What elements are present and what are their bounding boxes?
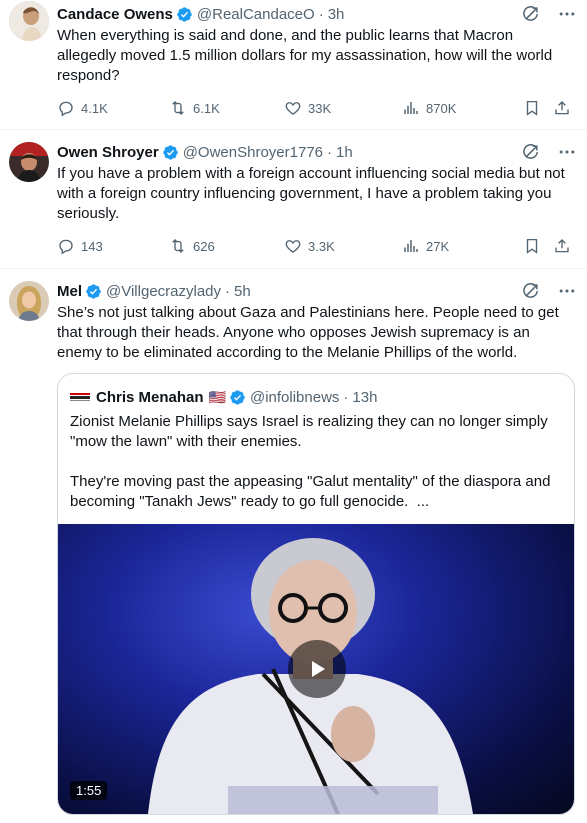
reply-count: 143	[81, 238, 103, 254]
share-icon	[553, 237, 571, 255]
tweet-text: She’s not just talking about Gaza and Pa…	[57, 304, 563, 361]
bookmark-button[interactable]	[523, 237, 553, 255]
like-icon	[284, 237, 302, 255]
author-name[interactable]: Candace Owens	[57, 6, 173, 23]
share-button[interactable]	[553, 99, 571, 117]
bookmark-button[interactable]	[523, 99, 553, 117]
quoted-author-handle[interactable]: @infolibnews	[250, 389, 339, 406]
video-duration: 1:55	[70, 781, 108, 800]
author-handle[interactable]: @RealCandaceO	[197, 6, 315, 23]
reply-button[interactable]: 4.1K	[57, 99, 169, 117]
avatar-image	[9, 142, 49, 182]
separator: ·	[343, 388, 349, 406]
views-button[interactable]: 870K	[402, 99, 523, 117]
quoted-timestamp[interactable]: 13h	[352, 389, 377, 406]
avatar[interactable]	[9, 142, 49, 182]
more-icon[interactable]	[557, 281, 577, 301]
avatar-image	[9, 1, 49, 41]
repost-icon	[169, 237, 187, 255]
avatar[interactable]	[9, 281, 49, 321]
like-count: 33K	[308, 100, 332, 116]
tweet-mel[interactable]: Mel @Villgecrazylady · 5h She’s not just…	[0, 269, 587, 815]
verified-icon	[229, 389, 246, 406]
tweet-header: Candace Owens @RealCandaceO · 3h	[57, 3, 575, 25]
view-count: 27K	[426, 238, 450, 254]
tweet-candace-owens[interactable]: Candace Owens @RealCandaceO · 3h When ev…	[0, 0, 587, 130]
quoted-tweet-text: Zionist Melanie Phillips says Israel is …	[70, 413, 551, 510]
more-icon[interactable]	[557, 4, 577, 24]
play-icon	[312, 661, 325, 677]
tweet-header: Mel @Villgecrazylady · 5h	[57, 280, 575, 302]
timestamp[interactable]: 5h	[234, 283, 251, 300]
bookmark-icon	[523, 99, 541, 117]
timestamp[interactable]: 1h	[336, 144, 353, 161]
repost-icon	[169, 99, 187, 117]
quoted-tweet[interactable]: Chris Menahan 🇺🇸 @infolibnews · 13h Zion…	[57, 373, 575, 815]
view-count: 870K	[426, 100, 457, 116]
quoted-author-name[interactable]: Chris Menahan	[96, 389, 204, 406]
like-icon	[284, 99, 302, 117]
avatar[interactable]	[9, 1, 49, 41]
share-icon	[553, 99, 571, 117]
share-button[interactable]	[553, 237, 571, 255]
action-bar: 143 626 3.3K 27K	[57, 236, 575, 256]
infolib-logo-icon	[70, 393, 90, 401]
author-handle[interactable]: @OwenShroyer1776	[183, 144, 323, 161]
timestamp[interactable]: 3h	[328, 6, 345, 23]
more-icon[interactable]	[557, 142, 577, 162]
views-button[interactable]: 27K	[402, 237, 523, 255]
author-handle[interactable]: @Villgecrazylady	[106, 283, 221, 300]
grok-icon[interactable]	[521, 142, 541, 162]
like-button[interactable]: 3.3K	[284, 237, 402, 255]
reply-icon	[57, 237, 75, 255]
separator: ·	[327, 143, 333, 161]
views-icon	[402, 237, 420, 255]
tweet-owen-shroyer[interactable]: Owen Shroyer @OwenShroyer1776 · 1h If yo…	[0, 130, 587, 269]
tweet-text: When everything is said and done, and th…	[57, 27, 557, 84]
author-name[interactable]: Mel	[57, 283, 82, 300]
play-button[interactable]	[288, 640, 346, 698]
reply-button[interactable]: 143	[57, 237, 169, 255]
views-icon	[402, 99, 420, 117]
tweet-text: If you have a problem with a foreign acc…	[57, 165, 569, 222]
repost-count: 626	[193, 238, 215, 254]
verified-icon	[162, 144, 179, 161]
tweet-header: Owen Shroyer @OwenShroyer1776 · 1h	[57, 141, 575, 163]
quoted-avatar[interactable]	[70, 387, 90, 407]
video-player[interactable]: 1:55	[58, 524, 574, 814]
verified-icon	[85, 283, 102, 300]
flag-icon: 🇺🇸	[208, 388, 226, 405]
bookmark-icon	[523, 237, 541, 255]
separator: ·	[318, 5, 324, 23]
repost-button[interactable]: 626	[169, 237, 284, 255]
grok-icon[interactable]	[521, 281, 541, 301]
separator: ·	[225, 282, 231, 300]
like-button[interactable]: 33K	[284, 99, 402, 117]
quoted-tweet-header: Chris Menahan 🇺🇸 @infolibnews · 13h	[58, 374, 574, 408]
author-name[interactable]: Owen Shroyer	[57, 144, 159, 161]
repost-button[interactable]: 6.1K	[169, 99, 284, 117]
action-bar: 4.1K 6.1K 33K 870K	[57, 98, 575, 118]
verified-icon	[176, 6, 193, 23]
reply-count: 4.1K	[81, 100, 108, 116]
like-count: 3.3K	[308, 238, 335, 254]
grok-icon[interactable]	[521, 4, 541, 24]
reply-icon	[57, 99, 75, 117]
repost-count: 6.1K	[193, 100, 220, 116]
avatar-image	[9, 281, 49, 321]
